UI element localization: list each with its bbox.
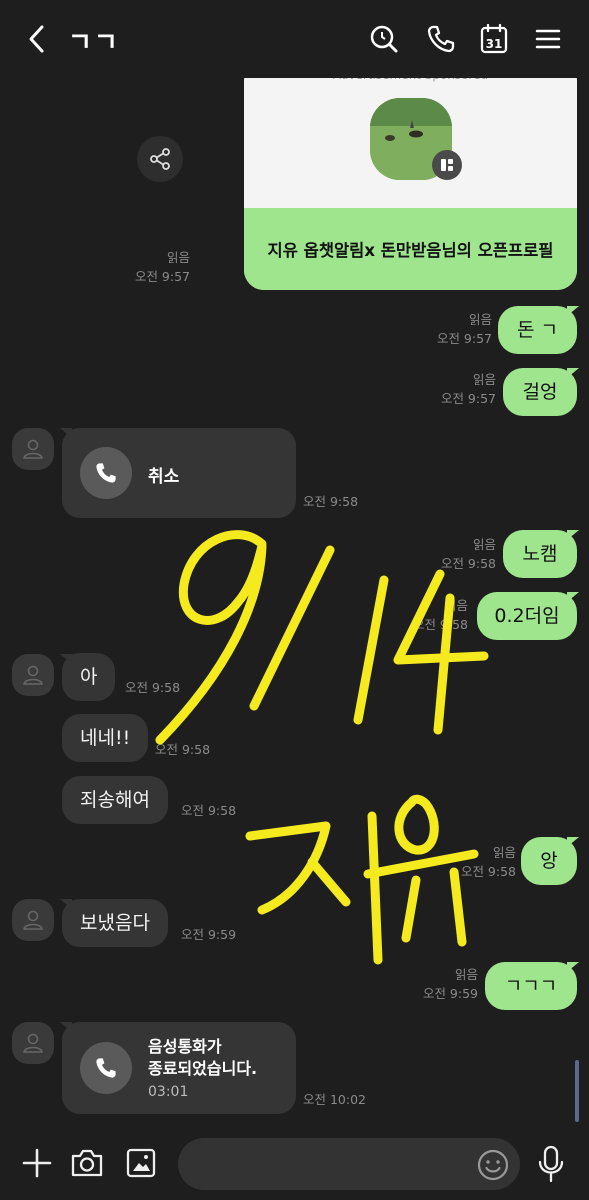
avatar[interactable] <box>12 428 54 470</box>
read-label: 읽음 <box>444 598 468 613</box>
plus-icon[interactable] <box>20 1146 54 1180</box>
message-bubble-out[interactable]: 노캠 <box>503 530 577 578</box>
open-profile-card[interactable]: Advertisement Sponsored 지유 옵챗알림x 돈만받음님의 … <box>244 60 577 290</box>
timestamp: 오전 9:58 <box>412 617 468 632</box>
bubble-tail <box>567 592 579 602</box>
call-status-text: 음성통화가 종료되었습니다. <box>148 1036 257 1080</box>
handwriting-stroke-slash <box>249 545 335 711</box>
call-status-line2: 종료되었습니다. <box>148 1059 258 1078</box>
card-title-area: 지유 옵챗알림x 돈만받음님의 오픈프로필 <box>244 208 577 290</box>
read-label: 읽음 <box>454 967 478 982</box>
back-arrow-icon[interactable] <box>20 22 54 56</box>
read-label: 읽음 <box>166 250 190 265</box>
timestamp: 오전 9:59 <box>181 927 237 942</box>
call-status-line1: 음성통화가 <box>148 1037 222 1056</box>
message-meta: 읽음 오전 9:59 <box>406 965 478 1003</box>
call-duration: 03:01 <box>148 1084 189 1100</box>
avatar[interactable] <box>12 654 54 696</box>
handwriting-stroke-yu4 <box>449 867 467 947</box>
handwriting-stroke-ji2 <box>307 857 351 907</box>
call-card-cancelled[interactable]: 취소 <box>62 428 296 518</box>
card-meta: 읽음 오전 9:57 <box>120 248 190 286</box>
timestamp: 오전 9:58 <box>460 864 516 879</box>
microphone-icon[interactable] <box>534 1144 568 1184</box>
phone-icon <box>80 1042 132 1094</box>
phone-icon <box>80 447 132 499</box>
message-meta: 읽음 오전 9:58 <box>444 843 516 881</box>
timestamp: 오전 9:57 <box>134 269 190 284</box>
timestamp: 오전 9:57 <box>440 391 496 406</box>
message-bubble-in[interactable]: 아 <box>62 653 116 701</box>
handwriting-stroke-yu3 <box>401 875 421 943</box>
read-label: 읽음 <box>472 537 496 552</box>
handwriting-stroke-9 <box>155 530 267 745</box>
timestamp: 오전 9:58 <box>303 494 359 509</box>
timestamp: 오전 9:57 <box>436 331 492 346</box>
camera-icon[interactable] <box>69 1146 105 1180</box>
read-label: 읽음 <box>492 845 516 860</box>
timestamp: 오전 9:58 <box>125 680 181 695</box>
gallery-icon[interactable] <box>124 1146 158 1180</box>
message-bubble-out[interactable]: 걸엉 <box>503 368 577 416</box>
read-label: 읽음 <box>472 372 496 387</box>
emoji-icon[interactable] <box>476 1148 510 1182</box>
message-bubble-out[interactable]: 돈 ㄱ <box>498 306 577 354</box>
handwriting-stroke-1 <box>353 575 389 725</box>
message-meta: 읽음 오전 9:57 <box>424 370 496 408</box>
message-bubble-out[interactable]: ㄱㄱㄱ <box>485 962 577 1010</box>
avatar[interactable] <box>12 1022 54 1064</box>
share-icon[interactable] <box>137 136 183 182</box>
chat-title: ㄱㄱ <box>68 28 120 58</box>
search-icon[interactable] <box>367 22 401 56</box>
timestamp: 오전 9:58 <box>440 556 496 571</box>
handwriting-stroke-ji3 <box>367 811 383 965</box>
calendar-day: 31 <box>486 37 503 51</box>
calendar-icon[interactable]: 31 <box>477 22 511 56</box>
card-title: 지유 옵챗알림x 돈만받음님의 오픈프로필 <box>267 241 554 260</box>
handwriting-stroke-ji1 <box>245 821 331 915</box>
message-bubble-out[interactable]: 0.2더임 <box>477 592 577 640</box>
timestamp: 오전 9:59 <box>422 986 478 1001</box>
timestamp: 오전 9:58 <box>155 742 211 757</box>
bubble-tail <box>567 368 579 378</box>
message-meta: 읽음 오전 9:57 <box>420 310 492 348</box>
read-label: 읽음 <box>468 312 492 327</box>
message-bubble-in[interactable]: 죄송해여 <box>62 776 168 824</box>
message-input[interactable] <box>178 1138 520 1190</box>
menu-icon[interactable] <box>531 22 565 56</box>
timestamp: 오전 9:58 <box>181 803 237 818</box>
call-card-ended[interactable]: 음성통화가 종료되었습니다. 03:01 <box>62 1022 296 1114</box>
bubble-tail <box>567 837 579 847</box>
chat-header: ㄱㄱ 31 <box>0 0 589 78</box>
avatar[interactable] <box>12 899 54 941</box>
message-bubble-in[interactable]: 네네!! <box>62 714 149 762</box>
message-meta: 읽음 오전 9:58 <box>424 535 496 573</box>
handwriting-stroke-yu1 <box>394 794 439 855</box>
scrollbar[interactable] <box>575 1060 579 1122</box>
bubble-tail <box>567 306 579 316</box>
profile-badge-icon <box>432 150 462 180</box>
bubble-tail <box>567 962 579 972</box>
phone-icon[interactable] <box>424 22 458 56</box>
timestamp: 오전 10:02 <box>303 1092 366 1107</box>
message-meta: 읽음 오전 9:58 <box>396 596 468 634</box>
bubble-tail <box>567 530 579 540</box>
call-status-text: 취소 <box>148 467 180 487</box>
message-bubble-in[interactable]: 보냈음다 <box>62 899 168 947</box>
